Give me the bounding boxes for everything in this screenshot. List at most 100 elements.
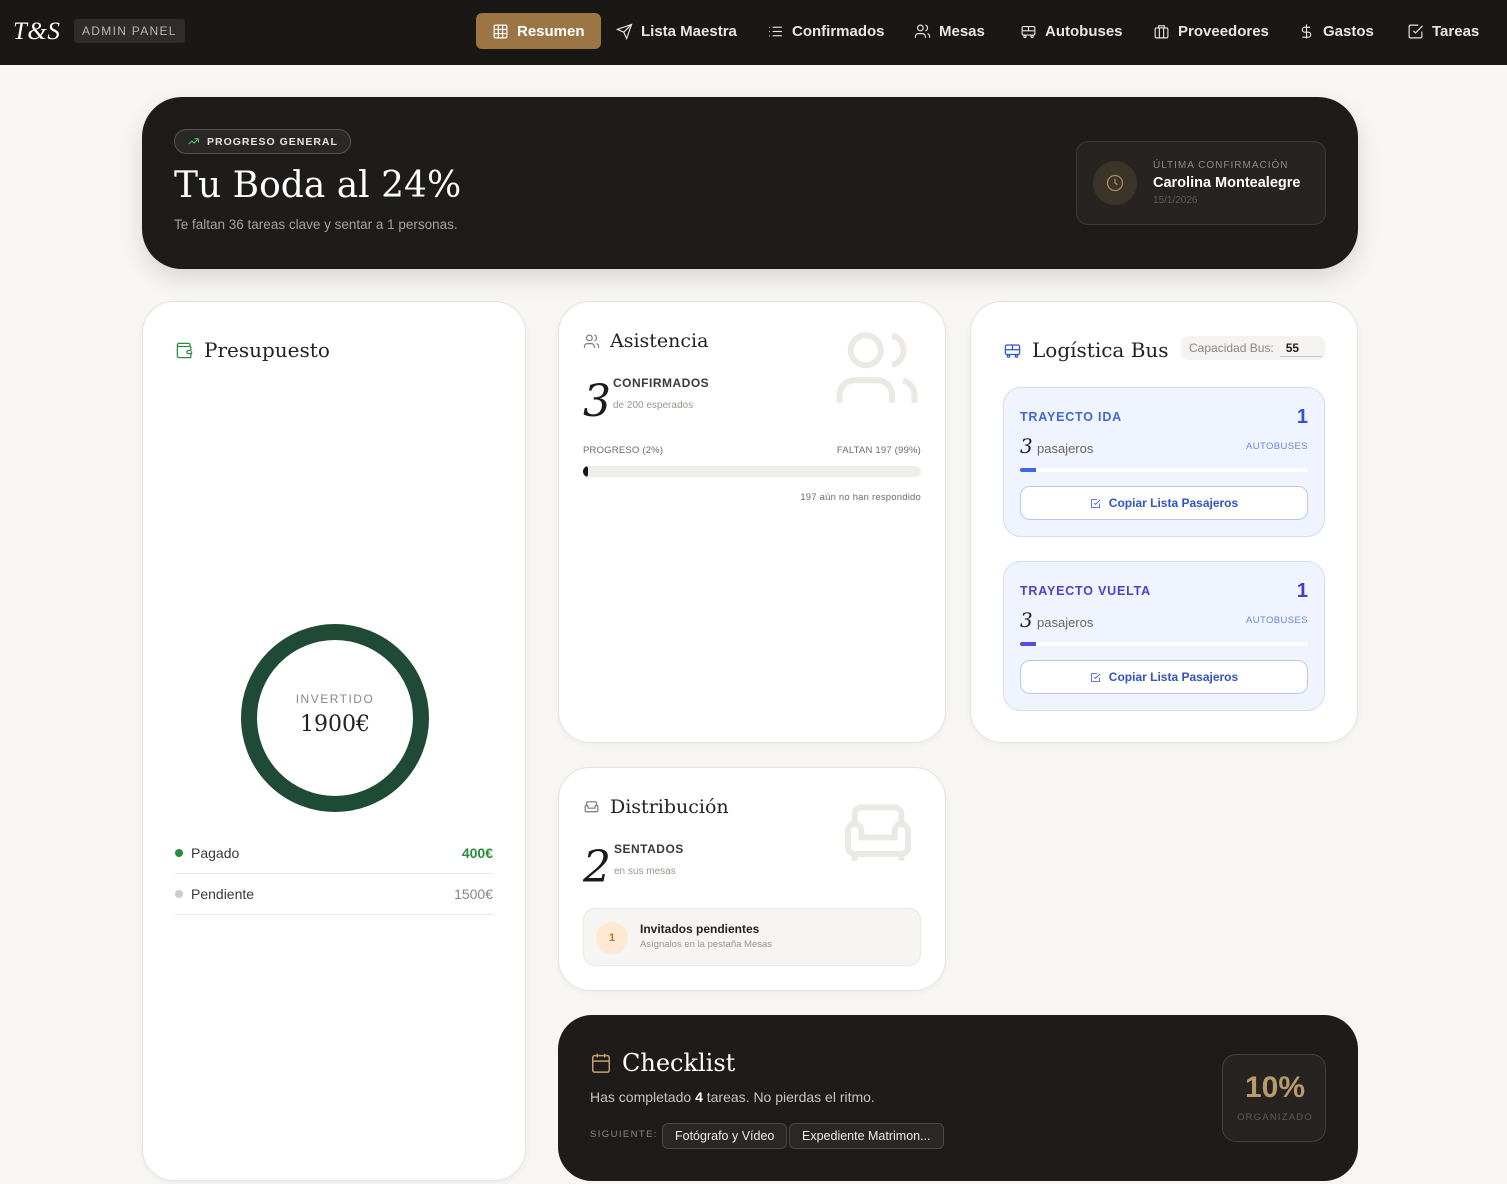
copy-passenger-list-button[interactable]: Copiar Lista Pasajeros (1020, 486, 1308, 520)
progress-pill: PROGRESO GENERAL (174, 129, 351, 154)
trending-up-icon (188, 138, 199, 145)
hero-subtitle: Te faltan 36 tareas clave y sentar a 1 p… (174, 217, 458, 232)
distribution-title-text: Distribución (610, 796, 729, 818)
nav-label: Resumen (517, 22, 585, 40)
nav-autobuses[interactable]: Autobuses (1020, 13, 1123, 49)
budget-card: Presupuesto INVERTIDO 1900€ Pagado 400€ … (142, 301, 526, 1181)
progress-hero: PROGRESO GENERAL Tu Boda al 24% Te falta… (142, 97, 1358, 269)
brand-logo[interactable]: T&S (13, 18, 60, 46)
summary-after: tareas. No pierdas el ritmo. (702, 1089, 875, 1105)
nav-lista-maestra[interactable]: Lista Maestra (616, 13, 737, 49)
bus-title: Logística Bus (1003, 338, 1169, 362)
nav-label: Autobuses (1045, 22, 1123, 40)
trip-occupancy-fill (1020, 468, 1036, 472)
bus-logistics-card: Logística Bus Capacidad Bus: 55 TRAYECTO… (970, 301, 1358, 743)
hero-title: Tu Boda al 24% (174, 165, 462, 206)
last-confirmation-name: Carolina Montealegre (1153, 175, 1301, 191)
trip-bus-count: 1 (1296, 580, 1308, 602)
pending-count-badge: 1 (596, 922, 628, 954)
wallet-icon (176, 342, 193, 358)
trip-title: TRAYECTO VUELTA (1020, 584, 1151, 598)
distribution-title: Distribución (583, 796, 729, 818)
nav-mesas[interactable]: Mesas (914, 13, 985, 49)
remaining-label: FALTAN 197 (99%) (836, 445, 921, 456)
bus-capacity: Capacidad Bus: 55 (1181, 336, 1325, 360)
attendance-title: Asistencia (583, 330, 708, 352)
top-bar: T&S ADMIN PANEL Resumen Lista Maestra Co… (0, 0, 1507, 65)
nav-tareas[interactable]: Tareas (1407, 13, 1479, 49)
calendar-icon (592, 1053, 610, 1073)
users-ghost-icon (829, 324, 925, 419)
seated-sub: en sus mesas (614, 866, 676, 877)
trip-passenger-count: 3 (1020, 434, 1033, 458)
organized-percent-box: 10% ORGANIZADO (1222, 1054, 1326, 1142)
pending-note: 197 aún no han respondido (800, 492, 921, 503)
admin-badge: ADMIN PANEL (74, 19, 185, 43)
next-task-chip[interactable]: Fotógrafo y Vídeo (662, 1123, 788, 1149)
capacity-input[interactable]: 55 (1279, 340, 1322, 357)
organized-percent: 10% (1244, 1071, 1306, 1104)
checklist-title-text: Checklist (622, 1049, 736, 1077)
budget-title: Presupuesto (175, 338, 330, 362)
trip-title: TRAYECTO IDA (1020, 410, 1122, 424)
nav-label: Lista Maestra (641, 22, 737, 40)
pending-title: Invitados pendientes (640, 922, 760, 936)
confirmed-label: CONFIRMADOS (613, 376, 710, 390)
bus-icon (1021, 25, 1036, 38)
budget-donut: INVERTIDO 1900€ (237, 620, 433, 816)
checklist-card: Checklist Has completado 4 tareas. No pi… (558, 1015, 1358, 1181)
last-confirmation-card: ÚLTIMA CONFIRMACIÓN Carolina Montealegre… (1076, 141, 1326, 225)
check-square-icon (1090, 498, 1101, 508)
legend-dot (175, 849, 183, 857)
armchair-icon (584, 800, 599, 812)
last-confirmation-label: ÚLTIMA CONFIRMACIÓN (1153, 160, 1289, 171)
copy-button-label: Copiar Lista Pasajeros (1108, 496, 1239, 510)
seated-label: SENTADOS (614, 842, 684, 856)
attendance-progress-bar (583, 466, 921, 477)
nav-resumen[interactable]: Resumen (476, 13, 601, 49)
seated-count: 2 (583, 842, 611, 893)
grid-icon (493, 24, 508, 38)
trip-ida: TRAYECTO IDA 1 AUTOBUSES 3 pasajeros Cop… (1003, 387, 1325, 537)
dollar-icon (1301, 23, 1312, 39)
legend-value: 1500€ (454, 886, 493, 902)
nav-label: Confirmados (792, 22, 885, 40)
trip-passenger-count: 3 (1020, 608, 1033, 632)
clock-icon (1093, 161, 1137, 205)
copy-passenger-list-button[interactable]: Copiar Lista Pasajeros (1020, 660, 1308, 694)
trip-passenger-label: pasajeros (1037, 615, 1094, 630)
nav-proveedores[interactable]: Proveedores (1153, 13, 1269, 49)
copy-button-label: Copiar Lista Pasajeros (1108, 670, 1239, 684)
organized-label: ORGANIZADO (1237, 1112, 1313, 1123)
attendance-card: Asistencia 3 CONFIRMADOS de 200 esperado… (558, 301, 946, 743)
send-icon (616, 22, 633, 40)
summary-before: Has completado (590, 1089, 696, 1105)
checklist-title: Checklist (590, 1049, 735, 1077)
nav-confirmados[interactable]: Confirmados (767, 13, 885, 49)
checkbox-icon (1408, 24, 1423, 38)
pending-sub: Asígnalos en la pestaña Mesas (640, 939, 773, 950)
trip-occupancy-bar (1020, 642, 1308, 646)
legend-value: 400€ (461, 845, 493, 861)
legend-pending: Pendiente 1500€ (175, 874, 493, 915)
confirmed-count: 3 (583, 376, 611, 427)
confirmed-sub: de 200 esperados (613, 400, 694, 411)
checklist-summary: Has completado 4 tareas. No pierdas el r… (590, 1089, 875, 1105)
nav-label: Proveedores (1178, 22, 1269, 40)
nav-label: Tareas (1432, 22, 1480, 40)
pending-guests-box[interactable]: 1 Invitados pendientes Asígnalos en la p… (583, 908, 921, 966)
progress-label: PROGRESO (2%) (583, 445, 664, 456)
pill-label: PROGRESO GENERAL (207, 135, 338, 148)
nav-label: Gastos (1323, 22, 1374, 40)
bus-icon (1004, 343, 1021, 358)
bus-title-text: Logística Bus (1032, 338, 1169, 362)
trip-bus-label: AUTOBUSES (1245, 615, 1308, 626)
donut-value: 1900€ (300, 712, 370, 737)
next-task-chip[interactable]: Expediente Matrimon... (789, 1123, 944, 1149)
budget-title-text: Presupuesto (204, 338, 330, 362)
nav-gastos[interactable]: Gastos (1298, 13, 1374, 49)
trip-occupancy-bar (1020, 468, 1308, 472)
distribution-card: Distribución 2 SENTADOS en sus mesas 1 I… (558, 767, 946, 991)
users-icon (583, 334, 600, 348)
last-confirmation-date: 15/1/2026 (1153, 195, 1198, 206)
